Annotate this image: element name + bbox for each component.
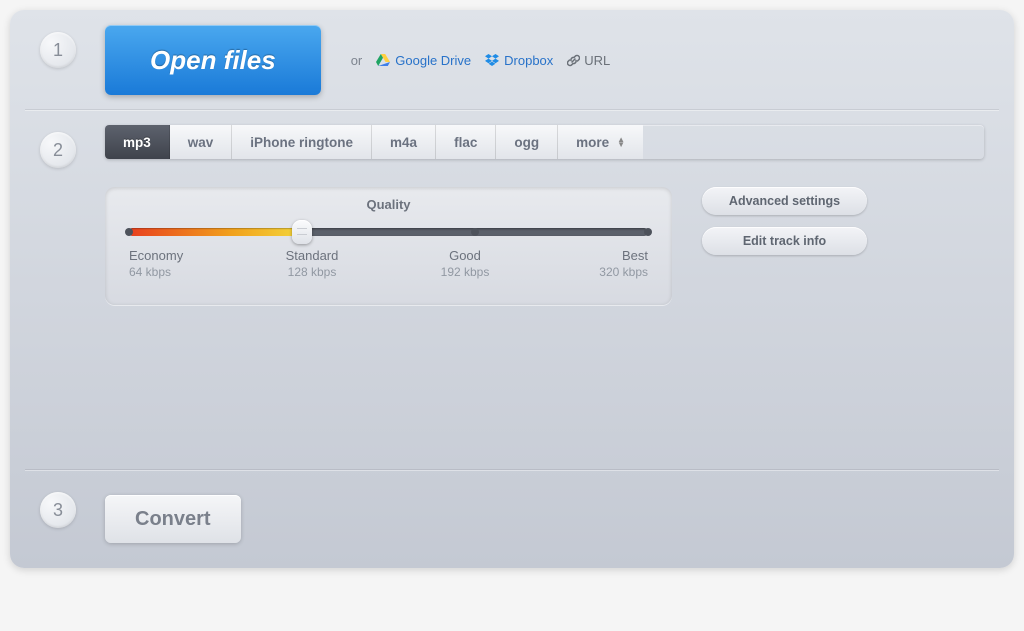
quality-slider-thumb[interactable] xyxy=(292,220,312,244)
google-drive-link[interactable]: Google Drive xyxy=(376,53,471,68)
chevron-updown-icon: ▲▼ xyxy=(617,137,625,147)
google-drive-label: Google Drive xyxy=(395,53,471,68)
dropbox-label: Dropbox xyxy=(504,53,553,68)
app-container: 1 Open files or Google Drive Dropbox URL… xyxy=(10,10,1014,568)
quality-mark-label-3: Best xyxy=(588,248,648,263)
format-tab-wav[interactable]: wav xyxy=(170,125,233,159)
or-label: or xyxy=(351,53,363,68)
link-icon xyxy=(567,54,580,67)
open-files-button[interactable]: Open files xyxy=(105,25,321,95)
quality-slider-fill xyxy=(129,228,302,236)
dropbox-link[interactable]: Dropbox xyxy=(485,53,553,68)
quality-tick-3 xyxy=(644,228,652,236)
format-tab-m4a[interactable]: m4a xyxy=(372,125,436,159)
format-tabs: mp3 wav iPhone ringtone m4a flac ogg mor… xyxy=(105,125,984,159)
format-tab-ogg[interactable]: ogg xyxy=(496,125,558,159)
format-tab-iphone[interactable]: iPhone ringtone xyxy=(232,125,372,159)
cloud-source-row: or Google Drive Dropbox URL xyxy=(351,53,611,68)
quality-mark-sub-0: 64 kbps xyxy=(129,265,189,279)
format-tab-flac[interactable]: flac xyxy=(436,125,496,159)
quality-tick-0 xyxy=(125,228,133,236)
step-badge-2: 2 xyxy=(40,132,76,168)
edit-track-info-button[interactable]: Edit track info xyxy=(702,227,867,255)
step-badge-3: 3 xyxy=(40,492,76,528)
google-drive-icon xyxy=(376,54,390,66)
quality-title: Quality xyxy=(129,197,648,212)
quality-mark-sub-2: 192 kbps xyxy=(435,265,495,279)
quality-tick-2 xyxy=(471,228,479,236)
format-tab-mp3[interactable]: mp3 xyxy=(105,125,170,159)
convert-button[interactable]: Convert xyxy=(105,495,241,543)
quality-mark-label-2: Good xyxy=(435,248,495,263)
quality-mark-sub-1: 128 kbps xyxy=(282,265,342,279)
quality-marks: Economy 64 kbps Standard 128 kbps Good 1… xyxy=(129,248,648,279)
quality-mark-label-1: Standard xyxy=(282,248,342,263)
format-tab-more-label: more xyxy=(576,135,609,150)
section-open: 1 Open files or Google Drive Dropbox URL xyxy=(10,10,1014,110)
format-tab-more[interactable]: more ▲▼ xyxy=(558,125,643,159)
quality-mark-label-0: Economy xyxy=(129,248,189,263)
quality-mark-sub-3: 320 kbps xyxy=(588,265,648,279)
section-convert: 3 Convert xyxy=(10,470,1014,568)
section-format: 2 mp3 wav iPhone ringtone m4a flac ogg m… xyxy=(10,110,1014,470)
quality-panel: Quality Economy 64 kbps Standard 128 xyxy=(105,187,672,305)
url-label: URL xyxy=(584,53,610,68)
quality-slider[interactable] xyxy=(129,228,648,236)
dropbox-icon xyxy=(485,54,499,66)
url-link[interactable]: URL xyxy=(567,53,610,68)
advanced-settings-button[interactable]: Advanced settings xyxy=(702,187,867,215)
step-badge-1: 1 xyxy=(40,32,76,68)
